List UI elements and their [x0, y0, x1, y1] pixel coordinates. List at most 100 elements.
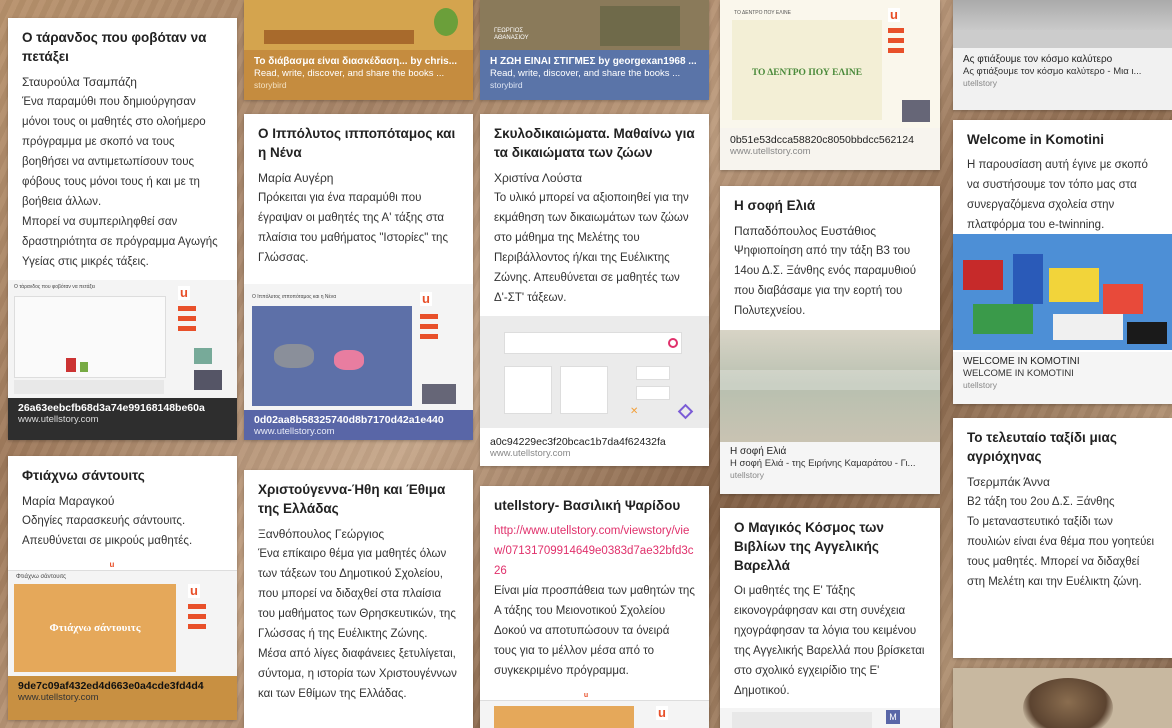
caption-source: storybird: [490, 80, 523, 90]
story-card[interactable]: Φτιάχνω σάντουιτς Μαρία Μαραγκού Οδηγίες…: [8, 456, 237, 720]
card-description: Η παρουσίαση αυτή έγινε με σκοπό να συστ…: [967, 159, 1148, 231]
card-author: Ξανθόπουλος Γεώργιος: [258, 527, 385, 541]
close-icon: ✕: [630, 406, 639, 417]
utellstory-logo-icon: u: [656, 706, 668, 720]
utellstory-logo-icon: u: [106, 560, 118, 570]
caption-url: www.utellstory.com: [490, 448, 571, 459]
card-caption[interactable]: 0b51e53dcca58820c8050bbdcc562124 www.ute…: [720, 130, 940, 168]
card-title[interactable]: utellstory- Βασιλική Ψαρίδου: [494, 496, 695, 515]
caption-url: www.utellstory.com: [18, 692, 99, 703]
caption-source: utellstory: [963, 380, 998, 390]
card-title[interactable]: Το τελευταίο ταξίδι μιας αγριόχηνας: [967, 428, 1158, 466]
thumbnail-title: Ο Ιππόλυτος ιπποπόταμος και η Νένα: [252, 294, 337, 300]
thumbnail-big-title: Φτιάχνω σάντουιτς: [49, 622, 141, 634]
thumbnail-title: Ο τάρανδος που φοβόταν να πετάξει: [14, 284, 96, 290]
caption-description: WELCOME IN KOMOTINI: [963, 368, 1074, 379]
diamond-icon: [677, 403, 694, 420]
story-thumbnail[interactable]: u u: [480, 692, 709, 728]
story-card[interactable]: Σκυλοδικαιώματα. Μαθαίνω για τα δικαιώμα…: [480, 114, 709, 466]
card-description: Το υλικό μπορεί να αξιοποιηθεί για την ε…: [494, 192, 689, 304]
utellstory-logo-icon: u: [580, 692, 592, 700]
story-thumbnail[interactable]: Ο Ιππόλυτος ιπποπόταμος και η Νένα u: [244, 284, 473, 410]
card-description: Είναι μία προσπάθεια των μαθητών της Α τ…: [494, 585, 695, 677]
card-title[interactable]: Ο Ιππόλυτος ιπποπόταμος και η Νένα: [258, 124, 459, 162]
card-author: Σταυρούλα Τσαμπάζη: [22, 75, 137, 89]
caption-source: storybird: [254, 80, 287, 90]
story-card[interactable]: Ο Ιππόλυτος ιπποπόταμος και η Νένα Μαρία…: [244, 114, 473, 440]
card-caption[interactable]: 26a63eebcfb68d3a74e99168148be60a www.ute…: [8, 398, 237, 440]
story-thumbnail[interactable]: ΓΕΩΡΓΙΟΣ ΑΘΑΝΑΣΙΟΥ: [480, 0, 709, 50]
story-thumbnail[interactable]: u Φτιάχνω σάντουιτς Φτιάχνω σάντουιτς u: [8, 560, 237, 676]
story-thumbnail[interactable]: [244, 0, 473, 50]
caption-title: 26a63eebcfb68d3a74e99168148be60a: [18, 402, 205, 414]
caption-url: www.utellstory.com: [254, 426, 335, 437]
utellstory-logo-icon: u: [188, 584, 200, 598]
story-link[interactable]: http://www.utellstory.com/viewstory/view…: [494, 521, 695, 581]
story-card[interactable]: Η σοφή Ελιά Παπαδόπουλος Ευστάθιος Ψηφιο…: [720, 186, 940, 494]
card-author: Παπαδόπουλος Ευστάθιος: [734, 224, 877, 238]
card-description: Οι μαθητές της Ε' Τάξης εικονογράφησαν κ…: [734, 585, 925, 697]
story-card[interactable]: Welcome in Komotini Η παρουσίαση αυτή έγ…: [953, 120, 1172, 404]
card-title[interactable]: Ο τάρανδος που φοβόταν να πετάξει: [22, 28, 223, 66]
story-thumbnail[interactable]: Ο τάρανδος που φοβόταν να πετάξει u: [8, 280, 237, 398]
card-author: Μαρία Μαραγκού: [22, 494, 115, 508]
card-caption[interactable]: WELCOME IN KOMOTINI WELCOME IN KOMOTINI …: [953, 352, 1172, 404]
story-thumbnail[interactable]: ΤΟ ΔΕΝΤΡΟ ΠΟΥ ΕΛΙΝΕ ΤΟ ΔΕΝΤΡΟ ΠΟΥ ΕΛΙΝΕ …: [720, 0, 940, 128]
utellstory-logo-icon: u: [420, 292, 432, 306]
thumbnail-title: ΤΟ ΔΕΝΤΡΟ ΠΟΥ ΕΛΙΝΕ: [734, 10, 791, 16]
storybird-card[interactable]: ΓΕΩΡΓΙΟΣ ΑΘΑΝΑΣΙΟΥ Η ΖΩΗ ΕΙΝΑΙ ΣΤΙΓΜΕΣ b…: [480, 0, 709, 100]
utellstory-logo-icon: u: [888, 8, 900, 22]
caption-title: 0d02aa8b58325740d8b7170d42a1e440: [254, 414, 444, 426]
story-card[interactable]: utellstory- Βασιλική Ψαρίδου http://www.…: [480, 486, 709, 728]
story-thumbnail[interactable]: ✕: [480, 316, 709, 428]
card-title[interactable]: Welcome in Komotini: [967, 130, 1158, 149]
story-thumbnail[interactable]: [720, 330, 940, 442]
card-title[interactable]: Σκυλοδικαιώματα. Μαθαίνω για τα δικαιώμα…: [494, 124, 695, 162]
thumbnail-big-title: ΤΟ ΔΕΝΤΡΟ ΠΟΥ ΕΛΙΝΕ: [751, 68, 863, 78]
m-badge-icon: M: [886, 710, 900, 724]
card-caption[interactable]: a0c94229ec3f20bcac1b7da4f62432fa www.ute…: [480, 432, 709, 466]
caption-source: utellstory: [730, 470, 765, 480]
card-author: Χριστίνα Λούστα: [494, 171, 583, 185]
card-caption[interactable]: Η ΖΩΗ ΕΙΝΑΙ ΣΤΙΓΜΕΣ by georgexan1968 ...…: [480, 52, 709, 100]
story-card[interactable]: Χριστούγεννα-Ήθη και Έθιμα της Ελλάδας Ξ…: [244, 470, 473, 728]
card-description: Πρόκειται για ένα παραμύθι που έγραψαν ο…: [258, 192, 448, 264]
card-title[interactable]: Χριστούγεννα-Ήθη και Έθιμα της Ελλάδας: [258, 480, 459, 518]
story-thumbnail-card[interactable]: [953, 668, 1172, 728]
story-card[interactable]: ΤΟ ΔΕΝΤΡΟ ΠΟΥ ΕΛΙΝΕ ΤΟ ΔΕΝΤΡΟ ΠΟΥ ΕΛΙΝΕ …: [720, 0, 940, 170]
card-description: Ένα παραμύθι που δημιούργησαν μόνοι τους…: [22, 96, 218, 268]
caption-title: Η ΖΩΗ ΕΙΝΑΙ ΣΤΙΓΜΕΣ by georgexan1968 ...: [490, 56, 697, 67]
card-caption[interactable]: 9de7c09af432ed4d663e0a4cde3fd4d4 www.ute…: [8, 676, 237, 720]
caption-description: Η σοφή Ελιά - της Ειρήνης Καμαράτου - Γι…: [730, 458, 916, 469]
thumbnail-title: Φτιάχνω σάντουιτς: [16, 574, 67, 580]
utellstory-logo-icon: u: [178, 286, 190, 300]
caption-description: Read, write, discover, and share the boo…: [254, 68, 445, 79]
story-thumbnail[interactable]: [953, 0, 1172, 48]
card-title[interactable]: Η σοφή Ελιά: [734, 196, 926, 215]
caption-title: Η σοφή Ελιά: [730, 446, 787, 457]
caption-description: Ας φτιάξουμε τον κόσμο καλύτερο - Μια ι.…: [963, 66, 1142, 77]
story-thumbnail[interactable]: [953, 234, 1172, 350]
card-caption[interactable]: Ας φτιάξουμε τον κόσμο καλύτερο Ας φτιάξ…: [953, 50, 1172, 104]
story-thumbnail[interactable]: M: [720, 708, 940, 728]
caption-title: Ας φτιάξουμε τον κόσμο καλύτερο: [963, 54, 1113, 65]
thumbnail-author: ΓΕΩΡΓΙΟΣ ΑΘΑΝΑΣΙΟΥ: [494, 28, 529, 41]
card-caption[interactable]: Η σοφή Ελιά Η σοφή Ελιά - της Ειρήνης Κα…: [720, 442, 940, 494]
caption-description: Read, write, discover, and share the boo…: [490, 68, 681, 79]
storybird-card[interactable]: Το διάβασμα είναι διασκέδαση... by chris…: [244, 0, 473, 100]
card-title[interactable]: Φτιάχνω σάντουιτς: [22, 466, 223, 485]
caption-title: Το διάβασμα είναι διασκέδαση... by chris…: [254, 56, 458, 67]
bird-image: [1023, 678, 1113, 728]
story-card[interactable]: Ο τάρανδος που φοβόταν να πετάξει Σταυρο…: [8, 18, 237, 440]
caption-title: WELCOME IN KOMOTINI: [963, 356, 1080, 367]
card-description: Β2 τάξη του 2ου Δ.Σ. Ξάνθης Το μεταναστε…: [967, 496, 1155, 588]
card-caption[interactable]: Το διάβασμα είναι διασκέδαση... by chris…: [244, 52, 473, 100]
story-card[interactable]: Ας φτιάξουμε τον κόσμο καλύτερο Ας φτιάξ…: [953, 0, 1172, 110]
story-card[interactable]: Το τελευταίο ταξίδι μιας αγριόχηνας Τσερ…: [953, 418, 1172, 658]
card-caption[interactable]: 0d02aa8b58325740d8b7170d42a1e440 www.ute…: [244, 410, 473, 440]
card-description: Ένα επίκαιρο θέμα για μαθητές όλων των τ…: [258, 548, 457, 700]
card-title[interactable]: Ο Μαγικός Κόσμος των Βιβλίων της Αγγελικ…: [734, 518, 926, 575]
story-card[interactable]: Ο Μαγικός Κόσμος των Βιβλίων της Αγγελικ…: [720, 508, 940, 728]
card-description: Οδηγίες παρασκευής σάντουιτς. Απευθύνετα…: [22, 515, 193, 547]
caption-title: a0c94229ec3f20bcac1b7da4f62432fa: [490, 436, 666, 448]
